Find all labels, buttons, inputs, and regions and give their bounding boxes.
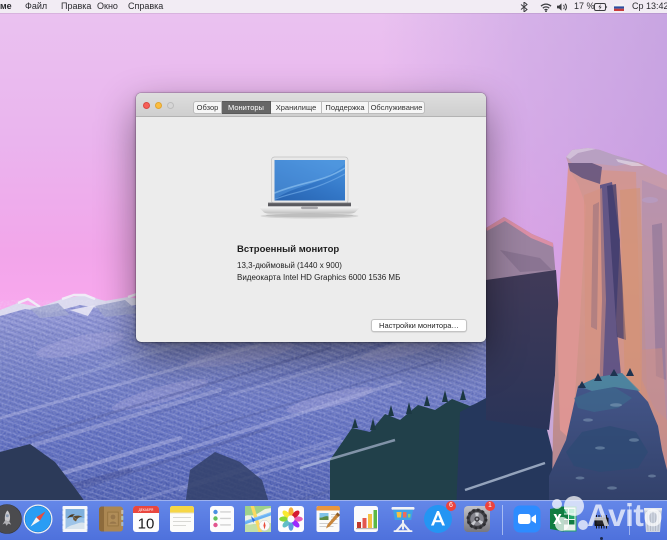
svg-text:ДЕКАБРЯ: ДЕКАБРЯ (139, 508, 154, 512)
svg-text:10: 10 (138, 516, 155, 533)
